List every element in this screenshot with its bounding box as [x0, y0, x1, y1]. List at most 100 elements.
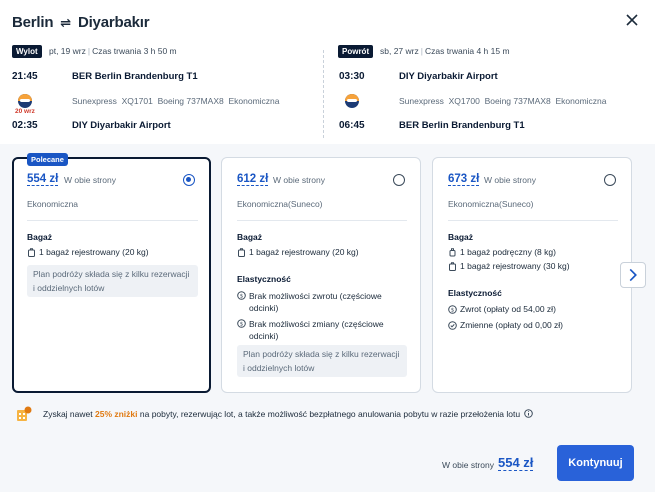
sunexpress-logo-icon — [18, 94, 32, 108]
fare-cabin: Ekonomiczna — [27, 199, 79, 209]
outbound-carrier: Sunexpress — [72, 96, 117, 106]
next-day-label: 20 wrz — [15, 108, 35, 115]
flex-item-change: Zmienne (opłaty od 0,00 zł) — [448, 320, 563, 330]
baggage-item-checked: 1 bagaż rejestrowany (30 kg) — [448, 261, 570, 271]
checked-bag-icon — [449, 261, 456, 271]
fare-per-label: W obie strony — [64, 175, 116, 185]
destination-city: Diyarbakır — [77, 14, 150, 31]
dollar-circle-icon: $ — [237, 319, 246, 328]
recommended-badge: Polecane — [27, 153, 68, 166]
divider — [237, 220, 407, 221]
svg-text:$: $ — [451, 307, 455, 313]
flex-item-change: $ Brak możliwości zmiany (częściowe odci… — [237, 318, 407, 342]
fare-radio-selected[interactable] — [183, 174, 195, 186]
outbound-aircraft: Boeing 737MAX8 — [157, 96, 224, 106]
return-arr-airport: BER Berlin Brandenburg T1 — [399, 120, 525, 131]
promo-post: na pobyty, rezerwując lot, a także możli… — [139, 409, 521, 419]
baggage-item-carryon: 1 bagaż podręczny (8 kg) — [448, 247, 556, 257]
svg-text:$: $ — [240, 322, 244, 328]
outbound-duration: Czas trwania 3 h 50 m — [92, 46, 177, 56]
outbound-flight: XQ1701 — [121, 96, 153, 106]
baggage-title: Bagaż — [448, 232, 474, 242]
flex-item-label: Zmienne (opłaty od 0,00 zł) — [460, 320, 563, 330]
baggage-title: Bagaż — [237, 232, 263, 242]
return-dep-time: 03:30 — [339, 71, 365, 82]
close-icon[interactable] — [624, 12, 640, 28]
flexibility-title: Elastyczność — [237, 274, 291, 284]
fare-card-2[interactable]: 612 zł W obie strony Ekonomiczna(Suneco)… — [221, 157, 421, 393]
fare-card-1[interactable]: Polecane 554 zł W obie strony Ekonomiczn… — [12, 153, 211, 393]
baggage-item-label: 1 bagaż rejestrowany (30 kg) — [460, 261, 570, 271]
promo-highlight: 25% zniżki — [94, 409, 138, 419]
promo-text: Zyskaj nawet 25% zniżki na pobyty, rezer… — [43, 409, 534, 419]
outbound-meta: pt, 19 wrz | Czas trwania 3 h 50 m — [49, 46, 177, 56]
fare-per-label: W obie strony — [484, 175, 536, 185]
flex-item-refund: $ Zwrot (opłaty od 54,00 zł) — [448, 304, 556, 314]
outbound-cabin: Ekonomiczna — [228, 96, 280, 106]
divider — [448, 220, 618, 221]
fare-radio[interactable] — [393, 174, 405, 186]
return-date: sb, 27 wrz — [380, 46, 419, 56]
outbound-segment: Wylot pt, 19 wrz | Czas trwania 3 h 50 m 2… — [0, 40, 320, 140]
hotel-discount-icon — [17, 406, 32, 421]
dollar-circle-icon: $ — [448, 304, 457, 314]
checked-bag-icon — [238, 247, 245, 257]
return-carrier: Sunexpress — [399, 96, 444, 106]
outbound-dep-time: 21:45 — [12, 71, 38, 82]
flex-item-label: Brak możliwości zwrotu (częściowe odcink… — [249, 291, 382, 313]
continue-button[interactable]: Kontynuuj — [557, 445, 634, 481]
check-circle-icon — [448, 320, 457, 330]
outbound-arr-time: 02:35 — [12, 120, 38, 131]
itinerary-note: Plan podróży składa się z kilku rezerwac… — [237, 345, 407, 377]
outbound-tag: Wylot — [12, 45, 42, 58]
return-carrier-info: Sunexpress XQ1700 Boeing 737MAX8 Ekonomi… — [399, 96, 607, 106]
footer-total-price: 554 zł — [498, 455, 534, 471]
dollar-circle-icon: $ — [237, 291, 246, 300]
flexibility-title: Elastyczność — [448, 288, 502, 298]
return-meta: sb, 27 wrz | Czas trwania 4 h 15 m — [380, 46, 510, 56]
outbound-carrier-info: Sunexpress XQ1701 Boeing 737MAX8 Ekonomi… — [72, 96, 280, 106]
svg-text:$: $ — [240, 294, 244, 300]
origin-city: Berlin — [12, 14, 54, 31]
return-tag: Powrót — [338, 45, 374, 58]
page-title: Berlin ⇌ Diyarbakır — [12, 14, 150, 31]
divider — [27, 220, 198, 221]
footer-per-label: W obie strony — [442, 460, 494, 470]
chevron-right-icon — [629, 268, 637, 282]
flex-item-label: Brak możliwości zmiany (częściowe odcink… — [249, 319, 384, 341]
fare-cabin: Ekonomiczna(Suneco) — [448, 199, 534, 209]
fare-price: 673 zł — [448, 173, 480, 186]
fare-radio[interactable] — [604, 174, 616, 186]
return-duration: Czas trwania 4 h 15 m — [424, 46, 510, 56]
flex-item-refund: $ Brak możliwości zwrotu (częściowe odci… — [237, 290, 407, 314]
info-icon[interactable] — [524, 409, 534, 418]
sunexpress-logo-icon — [345, 94, 359, 108]
itinerary-note: Plan podróży składa się z kilku rezerwac… — [27, 265, 198, 297]
return-aircraft: Boeing 737MAX8 — [484, 96, 551, 106]
baggage-item: 1 bagaż rejestrowany (20 kg) — [27, 247, 149, 257]
baggage-item: 1 bagaż rejestrowany (20 kg) — [237, 247, 359, 257]
return-dep-airport: DIY Diyarbakir Airport — [399, 71, 498, 82]
return-arr-time: 06:45 — [339, 120, 365, 131]
fare-cabin: Ekonomiczna(Suneco) — [237, 199, 323, 209]
outbound-dep-airport: BER Berlin Brandenburg T1 — [72, 71, 198, 82]
return-flight: XQ1700 — [448, 96, 480, 106]
return-cabin: Ekonomiczna — [555, 96, 607, 106]
swap-arrows-icon: ⇌ — [60, 15, 71, 30]
outbound-arr-airport: DIY Diyarbakir Airport — [72, 120, 171, 131]
baggage-item-label: 1 bagaż rejestrowany (20 kg) — [39, 247, 149, 257]
outbound-date: pt, 19 wrz — [49, 46, 86, 56]
baggage-item-label: 1 bagaż rejestrowany (20 kg) — [249, 247, 359, 257]
flex-item-label: Zwrot (opłaty od 54,00 zł) — [460, 304, 556, 314]
checked-bag-icon — [28, 247, 35, 257]
next-fares-button[interactable] — [620, 262, 646, 288]
fare-price: 612 zł — [237, 173, 269, 186]
fare-card-3[interactable]: 673 zł W obie strony Ekonomiczna(Suneco)… — [432, 157, 632, 393]
return-segment: Powrót sb, 27 wrz | Czas trwania 4 h 15 m … — [326, 40, 646, 140]
segment-divider — [323, 50, 324, 138]
baggage-title: Bagaż — [27, 232, 53, 242]
carry-on-bag-icon — [449, 247, 456, 256]
fare-price: 554 zł — [27, 173, 59, 186]
fare-per-label: W obie strony — [273, 175, 325, 185]
promo-pre: Zyskaj nawet — [43, 409, 93, 419]
